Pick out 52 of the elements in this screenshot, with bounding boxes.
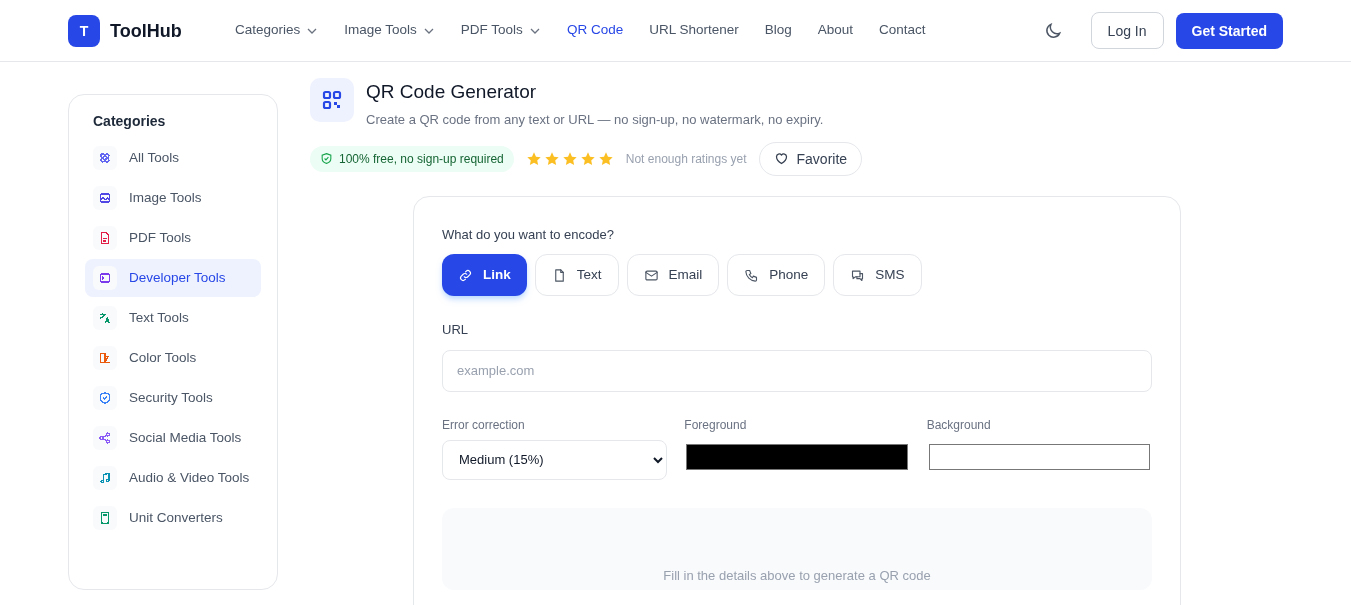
error-correction-select[interactable]: Medium (15%) (442, 439, 668, 480)
nav-link[interactable]: Contact (879, 20, 926, 41)
phone-icon (744, 267, 760, 283)
sidebar-item[interactable]: Social Media Tools (85, 419, 261, 457)
url-label: URL (442, 321, 469, 339)
envelope-icon (643, 267, 659, 283)
star-icon (579, 150, 596, 167)
encode-type-tab[interactable]: Phone (727, 254, 826, 296)
rating-note: Not enough ratings yet (625, 150, 747, 168)
preview-hint: Fill in the details above to generate a QR code (663, 567, 931, 585)
sidebar-item[interactable]: Unit Converters (85, 499, 261, 537)
encode-type-tab[interactable]: Link (442, 254, 527, 296)
nav-link[interactable]: About (817, 20, 853, 41)
page-description: Create a QR code from any text or URL — no sign-up, no watermark, no expiry. (366, 110, 825, 129)
free-badge: 100% free, no sign-up required (310, 145, 514, 172)
encode-type-tab[interactable]: Text (534, 254, 619, 296)
page-title: QR Code Generator (366, 80, 538, 104)
chat-bubbles-icon (850, 267, 866, 283)
sidebar-item[interactable]: Developer Tools (85, 259, 261, 297)
nav-link[interactable]: Categories (235, 20, 319, 41)
shield-check-icon (320, 152, 333, 165)
sidebar-item[interactable]: Color Tools (85, 339, 261, 377)
sidebar-item[interactable]: Security Tools (85, 379, 261, 417)
encode-question: What do you want to encode? (442, 225, 615, 244)
nav-link[interactable]: URL Shortener (649, 20, 739, 41)
url-field[interactable]: example.com (442, 349, 1152, 392)
sidebar-item[interactable]: Image Tools (85, 179, 261, 217)
link-icon (458, 267, 473, 283)
brand-name[interactable]: ToolHub (110, 16, 182, 45)
sidebar-item[interactable]: Audio & Video Tools (85, 459, 261, 497)
nav-link[interactable]: QR Code (566, 20, 624, 41)
star-icon (525, 150, 542, 167)
nav-link[interactable]: PDF Tools (460, 20, 541, 41)
sidebar-title: Categories (92, 112, 167, 131)
nav-link[interactable]: Blog (764, 20, 792, 41)
logo-icon[interactable]: T (68, 14, 100, 47)
login-button[interactable]: Log In (1090, 12, 1164, 49)
get-started-button[interactable]: Get Started (1175, 12, 1283, 49)
sidebar-item[interactable]: PDF Tools (85, 219, 261, 257)
sidebar-item[interactable]: All Tools (85, 139, 261, 177)
star-icon (561, 150, 578, 167)
error-correction-label: Error correction (442, 416, 526, 434)
star-icon (543, 150, 560, 167)
sidebar-item[interactable]: Text Tools (85, 299, 261, 337)
encode-type-tab[interactable]: SMS (833, 254, 922, 296)
nav-link[interactable]: Image Tools (344, 20, 435, 41)
qr-code-icon (310, 78, 354, 122)
heart-icon (773, 151, 789, 166)
background-label: Background (926, 416, 992, 434)
star-icon (597, 150, 614, 167)
foreground-label: Foreground (684, 416, 748, 434)
encode-type-tab[interactable]: Email (626, 254, 720, 296)
